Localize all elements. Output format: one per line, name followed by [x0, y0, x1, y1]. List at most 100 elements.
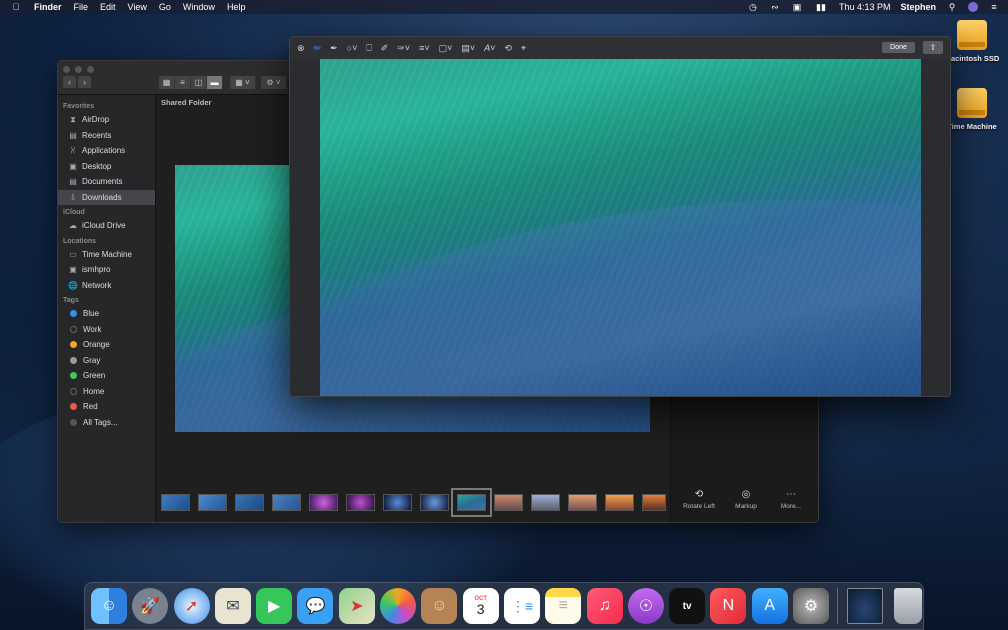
thumbnail[interactable]	[309, 493, 338, 511]
group-by-button[interactable]: ▦ ˅	[230, 76, 256, 89]
notification-center-icon[interactable]: ≡	[988, 1, 1000, 13]
sidebar-tag-green[interactable]: Green	[58, 368, 155, 384]
dock-downloads-stack-icon[interactable]	[846, 588, 883, 624]
dock-maps-icon[interactable]: ➤	[338, 588, 375, 624]
dock-contacts-icon[interactable]: ☺	[421, 588, 458, 624]
gallery-view-button[interactable]: ▬	[207, 76, 223, 89]
sidebar-item-downloads[interactable]: ⇩ Downloads	[58, 189, 155, 205]
done-button[interactable]: Done	[882, 42, 915, 53]
time-machine-icon[interactable]: ◷	[747, 1, 759, 13]
battery-icon[interactable]: ▮▮	[813, 1, 829, 13]
menu-edit[interactable]: Edit	[100, 2, 116, 12]
sketch-tool-icon[interactable]: ✏	[314, 41, 322, 55]
text-style-icon[interactable]: A˅	[484, 41, 495, 55]
sidebar-tag-work[interactable]: Work	[58, 322, 155, 338]
menu-clock[interactable]: Thu 4:13 PM	[839, 2, 891, 12]
sidebar-item-icloud-drive[interactable]: ☁ iCloud Drive	[58, 218, 155, 234]
icon-view-button[interactable]: ▦	[159, 76, 175, 89]
draw-tool-icon[interactable]: ✒	[330, 41, 338, 55]
more-button[interactable]: ⋯ More...	[768, 489, 814, 510]
dock-tv-icon[interactable]: tv	[669, 588, 706, 624]
thumbnail-selected[interactable]	[451, 487, 492, 517]
sidebar-item-network[interactable]: 🌐 Network	[58, 278, 155, 294]
thumbnail[interactable]	[272, 493, 301, 511]
recents-icon: ▤	[69, 130, 77, 140]
thumbnail[interactable]	[568, 493, 597, 511]
spotlight-icon[interactable]: ⚲	[946, 1, 958, 13]
menu-help[interactable]: Help	[227, 2, 246, 12]
menu-app-name[interactable]: Finder	[34, 2, 62, 12]
markup-button[interactable]: ◎ Markup	[723, 489, 769, 510]
close-button[interactable]	[63, 66, 70, 73]
rotate-left-button[interactable]: ⟲ Rotate Left	[676, 489, 722, 510]
sidebar-item-desktop[interactable]: ▣ Desktop	[58, 159, 155, 175]
sidebar-item-time-machine[interactable]: ▭ Time Machine	[58, 247, 155, 263]
sidebar-item-airdrop[interactable]: ⧗ AirDrop	[58, 112, 155, 128]
dock-photos-icon[interactable]	[380, 588, 417, 624]
dock-app-store-icon[interactable]: A	[751, 588, 788, 624]
column-view-button[interactable]: ◫	[191, 76, 207, 89]
menu-go[interactable]: Go	[159, 2, 171, 12]
text-tool-icon[interactable]: ⎕	[366, 41, 371, 55]
menu-user[interactable]: Stephen	[900, 2, 936, 12]
zoom-button[interactable]	[87, 66, 94, 73]
sidebar-tag-home[interactable]: Home	[58, 384, 155, 400]
dock-mail-icon[interactable]: ✉	[214, 588, 251, 624]
minimize-button[interactable]	[75, 66, 82, 73]
sidebar-item-documents[interactable]: ▤ Documents	[58, 174, 155, 190]
dock-system-preferences-icon[interactable]: ⚙	[793, 588, 830, 624]
dock-launchpad-icon[interactable]: 🚀	[132, 588, 169, 624]
sidebar-item-ismhpro[interactable]: ▣ ismhpro	[58, 262, 155, 278]
sidebar-item-recents[interactable]: ▤ Recents	[58, 128, 155, 144]
highlight-tool-icon[interactable]: ✐	[381, 41, 389, 55]
thumbnail[interactable]	[642, 493, 666, 511]
quicklook-image[interactable]	[320, 59, 921, 396]
siri-icon[interactable]	[968, 2, 978, 12]
wifi-icon[interactable]: ∾	[769, 1, 781, 13]
dock-news-icon[interactable]: N	[710, 588, 747, 624]
forward-button[interactable]: ›	[78, 76, 91, 88]
crop-icon[interactable]: ⌖	[521, 41, 526, 55]
close-icon[interactable]: ⊗	[297, 41, 305, 55]
sidebar-tag-blue[interactable]: Blue	[58, 306, 155, 322]
thumbnail[interactable]	[161, 493, 190, 511]
sidebar-all-tags[interactable]: All Tags...	[58, 415, 155, 431]
apple-icon[interactable]: 	[10, 1, 22, 13]
border-color-icon[interactable]: ▢˅	[439, 41, 453, 55]
rotate-icon[interactable]: ⟲	[504, 41, 512, 55]
list-view-button[interactable]: ≡	[175, 76, 191, 89]
menu-file[interactable]: File	[74, 2, 89, 12]
dock-calendar-icon[interactable]: OCT 3	[462, 588, 499, 624]
airplay-icon[interactable]: ▣	[791, 1, 803, 13]
dock-trash-icon[interactable]	[893, 588, 922, 624]
dock-reminders-icon[interactable]: ⋮≡	[503, 588, 540, 624]
thumbnail[interactable]	[531, 493, 560, 511]
thumbnail[interactable]	[605, 493, 634, 511]
shape-style-icon[interactable]: ≡˅	[419, 41, 430, 55]
thumbnail[interactable]	[383, 493, 412, 511]
signature-tool-icon[interactable]: ✑˅	[397, 41, 410, 55]
shapes-tool-icon[interactable]: ○˅	[347, 41, 358, 55]
menu-window[interactable]: Window	[183, 2, 215, 12]
dock-music-icon[interactable]: ♫	[586, 588, 623, 624]
dock-safari-icon[interactable]: ➚	[173, 588, 210, 624]
share-button[interactable]: ⇧	[923, 41, 943, 54]
dock-messages-icon[interactable]: 💬	[297, 588, 334, 624]
thumbnail[interactable]	[420, 493, 449, 511]
back-button[interactable]: ‹	[63, 76, 76, 88]
fill-color-icon[interactable]: ▤˅	[461, 41, 475, 55]
sidebar-item-applications[interactable]: ⩆ Applications	[58, 143, 155, 159]
action-button[interactable]: ⚙ ˅	[261, 76, 287, 89]
dock-finder-icon[interactable]: ☺	[91, 588, 127, 624]
dock-notes-icon[interactable]: ≡	[545, 588, 582, 624]
sidebar-tag-red[interactable]: Red	[58, 399, 155, 415]
thumbnail[interactable]	[235, 493, 264, 511]
sidebar-tag-gray[interactable]: Gray	[58, 353, 155, 369]
dock-facetime-icon[interactable]: ▶	[256, 588, 293, 624]
thumbnail[interactable]	[494, 493, 523, 511]
thumbnail[interactable]	[198, 493, 227, 511]
sidebar-tag-orange[interactable]: Orange	[58, 337, 155, 353]
dock-podcasts-icon[interactable]: ☉	[627, 588, 664, 624]
thumbnail[interactable]	[346, 493, 375, 511]
menu-view[interactable]: View	[128, 2, 147, 12]
